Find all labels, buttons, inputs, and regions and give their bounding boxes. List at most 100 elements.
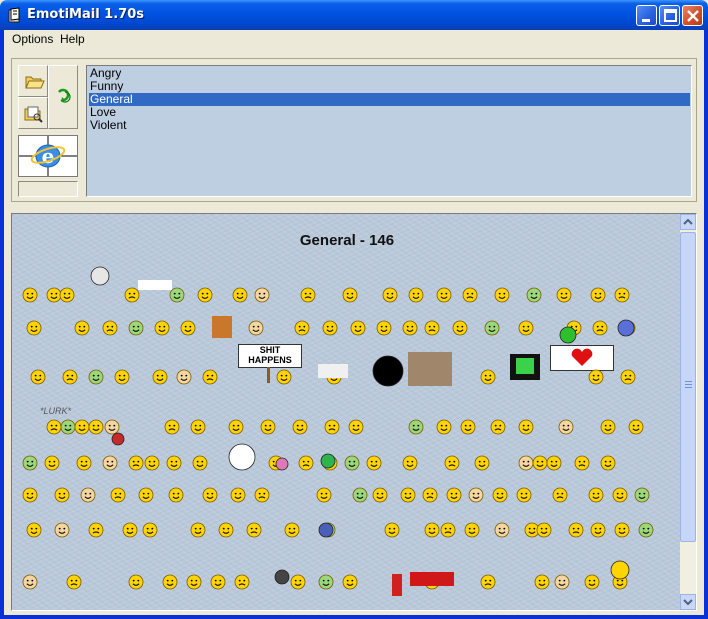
smiley-icon[interactable]: [168, 487, 184, 503]
smiley-icon[interactable]: [516, 487, 532, 503]
black-blob-icon[interactable]: [274, 569, 290, 585]
smiley-icon[interactable]: [628, 419, 644, 435]
smiley-icon[interactable]: [568, 522, 584, 538]
smiley-icon[interactable]: [190, 419, 206, 435]
smiley-icon[interactable]: [74, 320, 90, 336]
smiley-icon[interactable]: [634, 487, 650, 503]
smiley-icon[interactable]: [554, 574, 570, 590]
smiley-icon[interactable]: [202, 369, 218, 385]
smiley-icon[interactable]: [424, 522, 440, 538]
category-item-general[interactable]: General: [89, 93, 690, 106]
smiley-icon[interactable]: [400, 487, 416, 503]
smiley-icon[interactable]: [408, 419, 424, 435]
smiley-icon[interactable]: [352, 487, 368, 503]
smiley-icon[interactable]: [614, 287, 630, 303]
smiley-icon[interactable]: [22, 287, 38, 303]
category-item-love[interactable]: Love: [89, 106, 690, 119]
smiley-icon[interactable]: [518, 320, 534, 336]
smiley-icon[interactable]: [600, 455, 616, 471]
smiley-icon[interactable]: [46, 419, 62, 435]
smiley-icon[interactable]: [102, 320, 118, 336]
open-folder-button[interactable]: [18, 65, 48, 97]
green-face-icon[interactable]: [320, 453, 336, 469]
smiley-icon[interactable]: [197, 287, 213, 303]
smiley-icon[interactable]: [446, 487, 462, 503]
smiley-icon[interactable]: [26, 320, 42, 336]
fighting-figures-icon[interactable]: [408, 352, 452, 386]
smiley-icon[interactable]: [22, 455, 38, 471]
minimize-button[interactable]: [636, 5, 657, 26]
smiley-icon[interactable]: [424, 320, 440, 336]
smiley-icon[interactable]: [246, 522, 262, 538]
smiley-icon[interactable]: [376, 320, 392, 336]
smiley-icon[interactable]: [104, 419, 120, 435]
smiley-icon[interactable]: [350, 320, 366, 336]
smiley-icon[interactable]: [88, 369, 104, 385]
smiley-icon[interactable]: [80, 487, 96, 503]
smiley-icon[interactable]: [54, 522, 70, 538]
smiley-icon[interactable]: [300, 287, 316, 303]
smiley-icon[interactable]: [230, 487, 246, 503]
smiley-icon[interactable]: [290, 574, 306, 590]
smiley-icon[interactable]: [546, 455, 562, 471]
smiley-icon[interactable]: [348, 419, 364, 435]
blue-smiley-icon[interactable]: [617, 319, 635, 337]
smiley-icon[interactable]: [254, 487, 270, 503]
smiley-icon[interactable]: [254, 287, 270, 303]
smiley-icon[interactable]: [186, 574, 202, 590]
egg-icon[interactable]: [228, 443, 256, 471]
smiley-icon[interactable]: [422, 487, 438, 503]
smiley-icon[interactable]: [494, 522, 510, 538]
smiley-icon[interactable]: [484, 320, 500, 336]
smiley-icon[interactable]: [494, 287, 510, 303]
smiley-icon[interactable]: [588, 487, 604, 503]
smiley-icon[interactable]: [342, 287, 358, 303]
smiley-icon[interactable]: [192, 455, 208, 471]
smiley-icon[interactable]: [440, 522, 456, 538]
smiley-icon[interactable]: [464, 522, 480, 538]
smiley-icon[interactable]: [74, 419, 90, 435]
smiley-icon[interactable]: [324, 419, 340, 435]
smiley-icon[interactable]: [66, 574, 82, 590]
smiley-icon[interactable]: [22, 574, 38, 590]
smiley-icon[interactable]: [322, 320, 338, 336]
angel-smiley-icon[interactable]: [610, 560, 630, 580]
smiley-icon[interactable]: [110, 487, 126, 503]
scissors-icon[interactable]: [392, 574, 402, 596]
smiley-icon[interactable]: [284, 522, 300, 538]
smiley-icon[interactable]: [552, 487, 568, 503]
smiley-icon[interactable]: [460, 419, 476, 435]
smiley-icon[interactable]: [128, 574, 144, 590]
smiley-icon[interactable]: [436, 419, 452, 435]
blue-face-icon[interactable]: [318, 522, 334, 538]
smiley-icon[interactable]: [176, 369, 192, 385]
smiley-icon[interactable]: [292, 419, 308, 435]
smiley-icon[interactable]: [164, 419, 180, 435]
smiley-icon[interactable]: [316, 487, 332, 503]
smiley-icon[interactable]: [88, 419, 104, 435]
smiley-icon[interactable]: [60, 419, 76, 435]
smiley-icon[interactable]: [102, 455, 118, 471]
smiley-icon[interactable]: [402, 320, 418, 336]
smiley-icon[interactable]: [612, 487, 628, 503]
smiley-icon[interactable]: [518, 419, 534, 435]
smiley-icon[interactable]: [162, 574, 178, 590]
smiley-icon[interactable]: [574, 455, 590, 471]
smiley-icon[interactable]: [298, 455, 314, 471]
menu-help[interactable]: Help: [55, 32, 90, 46]
smiley-icon[interactable]: [556, 287, 572, 303]
browse-folder-button[interactable]: [18, 97, 48, 129]
smiley-icon[interactable]: [462, 287, 478, 303]
smiley-icon[interactable]: [638, 522, 654, 538]
smiley-icon[interactable]: [44, 455, 60, 471]
smiley-icon[interactable]: [152, 369, 168, 385]
smiley-icon[interactable]: [154, 320, 170, 336]
smiley-icon[interactable]: [128, 455, 144, 471]
vertical-scrollbar[interactable]: [680, 214, 696, 610]
smiley-icon[interactable]: [30, 369, 46, 385]
smiley-icon[interactable]: [382, 287, 398, 303]
smiley-icon[interactable]: [620, 369, 636, 385]
smiley-icon[interactable]: [202, 487, 218, 503]
smiley-icon[interactable]: [480, 574, 496, 590]
smiley-icon[interactable]: [444, 455, 460, 471]
